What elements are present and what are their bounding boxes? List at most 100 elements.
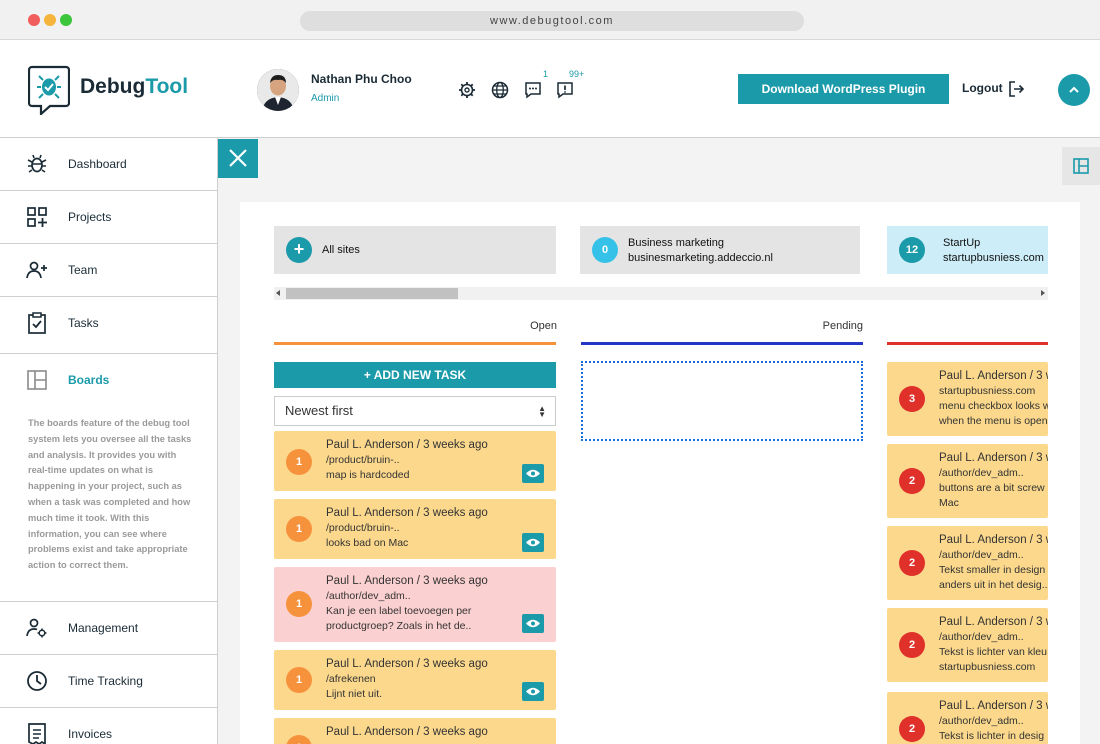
sidebar-item-label: Time Tracking: [68, 674, 143, 688]
scrollbar-thumb[interactable]: [286, 288, 458, 299]
app-logo-text[interactable]: DebugTool: [80, 75, 188, 99]
task-card[interactable]: 3 Paul L. Anderson / 3 w startupbusniess…: [887, 362, 1048, 436]
sidebar-item-tasks[interactable]: Tasks: [0, 297, 218, 354]
task-text: Tekst is lichter in desig: [939, 730, 1045, 742]
task-card[interactable]: 2 Paul L. Anderson / 3 w /author/dev_adm…: [887, 608, 1048, 682]
sort-select[interactable]: Newest first ▲ ▼: [274, 396, 556, 426]
close-icon: [229, 149, 247, 167]
scroll-left-icon[interactable]: [276, 290, 280, 296]
pending-dropzone[interactable]: [581, 361, 863, 441]
alert-message-icon[interactable]: [555, 80, 575, 100]
site-card-startup[interactable]: 12 StartUp startupbusniess.com: [887, 226, 1048, 274]
task-path: /afrekenen: [326, 673, 376, 685]
browser-window: www.debugtool.com DebugTool Nathan Phu C…: [0, 0, 1100, 744]
clipboard-check-icon: [28, 312, 46, 334]
task-meta: Paul L. Anderson / 3 w: [939, 370, 1048, 382]
sidebar-item-team[interactable]: Team: [0, 244, 218, 297]
plus-icon: +: [286, 237, 312, 263]
app-header: DebugTool Nathan Phu Choo Admin 1 99+ Do…: [0, 41, 1100, 138]
view-task-button[interactable]: [522, 682, 544, 701]
task-path: startupbusniess.com: [939, 385, 1036, 397]
task-text: looks bad on Mac: [326, 537, 409, 549]
task-path: /author/dev_adm..: [939, 715, 1024, 727]
column-divider-pending: [581, 342, 863, 345]
close-sidebar-button[interactable]: [218, 139, 258, 178]
view-task-button[interactable]: [522, 464, 544, 483]
task-card[interactable]: 1 Paul L. Anderson / 3 weeks ago /produc…: [274, 499, 556, 559]
chevron-up-icon: [1069, 86, 1079, 93]
close-window-dot[interactable]: [28, 14, 40, 26]
sidebar-item-management[interactable]: Management: [0, 602, 218, 655]
globe-icon[interactable]: [490, 80, 510, 100]
sort-select-value: Newest first: [285, 403, 353, 418]
site-card-all[interactable]: + All sites: [274, 226, 556, 274]
task-card[interactable]: 2 Paul L. Anderson / 3 w /author/dev_adm…: [887, 444, 1048, 518]
task-priority-badge: 2: [899, 550, 925, 576]
sidebar-item-label: Invoices: [68, 727, 113, 741]
team-add-icon: [26, 261, 47, 279]
task-priority-badge: 2: [899, 716, 925, 742]
task-text: Kan je een label toevoegen per: [326, 605, 472, 617]
settings-gear-icon[interactable]: [457, 80, 477, 100]
task-card[interactable]: 1 Paul L. Anderson / 3 weeks ago: [274, 718, 556, 744]
user-gear-icon: [26, 618, 47, 638]
clock-icon: [27, 671, 47, 691]
boards-layout-icon: [27, 370, 47, 390]
site-card-business-marketing[interactable]: 0 Business marketing businesmarketing.ad…: [580, 226, 860, 274]
download-plugin-button[interactable]: Download WordPress Plugin: [738, 74, 949, 104]
task-text: productgroep? Zoals in het de..: [326, 620, 472, 632]
view-task-button[interactable]: [522, 533, 544, 552]
view-task-button[interactable]: [522, 614, 544, 633]
task-meta: Paul L. Anderson / 3 w: [939, 452, 1048, 464]
add-new-task-button[interactable]: + ADD NEW TASK: [274, 362, 556, 388]
eye-icon: [526, 619, 540, 628]
maximize-window-dot[interactable]: [60, 14, 72, 26]
logout-link[interactable]: Logout: [962, 81, 1003, 95]
task-text: startupbusniess.com: [939, 661, 1036, 673]
task-path: /product/bruin-..: [326, 454, 400, 466]
task-priority-badge: 2: [899, 468, 925, 494]
task-text: Lijnt niet uit.: [326, 688, 383, 700]
sidebar-item-label: Tasks: [68, 316, 99, 330]
user-avatar[interactable]: [257, 69, 299, 111]
sites-scrollbar[interactable]: [274, 287, 1048, 300]
column-title-pending: Pending: [822, 320, 863, 332]
task-path: /author/dev_adm..: [939, 467, 1024, 479]
site-count-badge: 0: [592, 237, 618, 263]
sidebar-item-invoices[interactable]: Invoices: [0, 708, 218, 744]
sidebar-item-time-tracking[interactable]: Time Tracking: [0, 655, 218, 708]
task-card[interactable]: 1 Paul L. Anderson / 3 weeks ago /produc…: [274, 431, 556, 491]
alert-badge: 99+: [569, 69, 585, 79]
logout-icon[interactable]: [1007, 80, 1025, 98]
task-priority-badge: 3: [899, 386, 925, 412]
boards-layout-icon: [1073, 158, 1089, 174]
task-path: /author/dev_adm..: [939, 549, 1024, 561]
chat-badge: 1: [543, 69, 549, 79]
task-card[interactable]: 1 Paul L. Anderson / 3 weeks ago /afreke…: [274, 650, 556, 710]
user-name[interactable]: Nathan Phu Choo: [311, 72, 412, 86]
task-text: Tekst is lichter van kleu: [939, 646, 1047, 658]
task-card[interactable]: 1 Paul L. Anderson / 3 weeks ago /author…: [274, 567, 556, 642]
sidebar-item-label: Dashboard: [68, 157, 127, 171]
debugtool-logo-icon[interactable]: [28, 65, 70, 115]
boards-description: The boards feature of the debug tool sys…: [28, 418, 192, 571]
sidebar-item-label: Boards: [68, 373, 110, 387]
task-path: /product/bruin-..: [326, 522, 400, 534]
task-text: when the menu is open: [939, 415, 1048, 427]
task-meta: Paul L. Anderson / 3 w: [939, 534, 1048, 546]
chat-icon[interactable]: [523, 80, 543, 100]
scroll-top-button[interactable]: [1058, 74, 1090, 106]
task-card[interactable]: 2 Paul L. Anderson / 3 w /author/dev_adm…: [887, 526, 1048, 600]
address-bar[interactable]: www.debugtool.com: [300, 11, 804, 31]
scroll-right-icon[interactable]: [1041, 290, 1045, 296]
sidebar-item-dashboard[interactable]: Dashboard: [0, 138, 218, 191]
minimize-window-dot[interactable]: [44, 14, 56, 26]
task-priority-badge: 2: [899, 632, 925, 658]
browser-chrome: www.debugtool.com: [0, 0, 1100, 40]
projects-grid-icon: [27, 207, 47, 227]
task-meta: Paul L. Anderson / 3 w: [939, 700, 1048, 712]
panel-toggle-button[interactable]: [1062, 147, 1100, 185]
task-card[interactable]: 2 Paul L. Anderson / 3 w /author/dev_adm…: [887, 692, 1048, 744]
sidebar-item-projects[interactable]: Projects: [0, 191, 218, 244]
eye-icon: [526, 469, 540, 478]
